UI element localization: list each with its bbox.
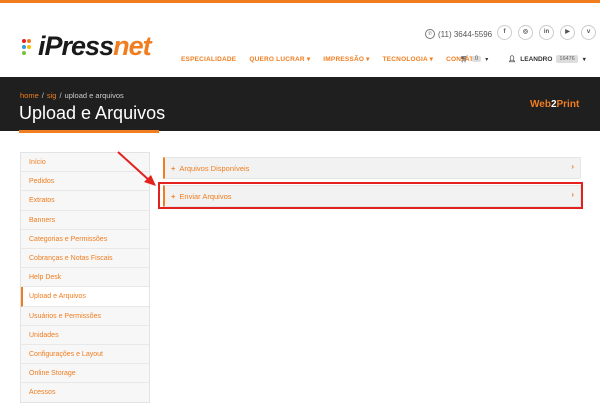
- breadcrumb-current: upload e arquivos: [64, 91, 124, 100]
- panel-label: Arquivos Disponíveis: [179, 163, 250, 173]
- sidebar-item-banners[interactable]: Banners: [21, 211, 149, 230]
- title-underline: [19, 130, 159, 133]
- user-icon: 👤︎: [508, 56, 517, 63]
- sidebar-item-configuracoes[interactable]: Configurações e Layout: [21, 345, 149, 365]
- linkedin-icon[interactable]: in: [539, 25, 554, 40]
- nav-impressao[interactable]: IMPRESSÃO ▾: [323, 55, 369, 63]
- user-menu[interactable]: 👤︎ LEANDRO 16476 ▾: [508, 55, 586, 63]
- vimeo-icon[interactable]: v: [581, 25, 596, 40]
- web2print-brand: Web2Print: [530, 99, 579, 110]
- breadcrumb-separator: /: [41, 91, 44, 100]
- sidebar-item-help-desk[interactable]: Help Desk: [21, 268, 149, 288]
- sidebar-item-extratos[interactable]: Extratos: [21, 191, 149, 211]
- main-nav: ESPECIALIDADE QUERO LUCRAR ▾ IMPRESSÃO ▾…: [181, 55, 492, 64]
- sidebar-item-unidades[interactable]: Unidades: [21, 326, 149, 345]
- chevron-down-icon: ▾: [582, 56, 586, 63]
- nav-tecnologia[interactable]: TECNOLOGIA ▾: [383, 55, 434, 63]
- brand-web: Web: [530, 99, 551, 110]
- breadcrumb-sig[interactable]: sig: [47, 91, 57, 100]
- cart-count-badge: 0: [471, 56, 482, 62]
- instagram-icon[interactable]: ◎: [518, 25, 533, 40]
- ipressnet-logo[interactable]: iPressnet: [22, 31, 152, 61]
- phone-number[interactable]: ✆ (11) 3644-5596: [425, 29, 492, 39]
- phone-text: (11) 3644-5596: [438, 29, 493, 39]
- plus-icon: +: [171, 163, 176, 173]
- panel-arquivos-disponiveis[interactable]: + Arquivos Disponíveis ›: [163, 157, 581, 179]
- sidebar-item-upload[interactable]: Upload e Arquivos: [21, 287, 149, 307]
- sidebar-item-categorias[interactable]: Categorias e Permissões: [21, 230, 149, 249]
- cart-button[interactable]: 🛒︎ 0 ▾: [460, 55, 488, 63]
- youtube-icon[interactable]: ▶: [560, 25, 575, 40]
- sidebar-item-online-storage[interactable]: Online Storage: [21, 364, 149, 384]
- chevron-right-icon: ›: [571, 162, 574, 171]
- annotation-arrow-icon: [117, 151, 156, 186]
- cart-icon: 🛒︎: [460, 56, 469, 63]
- sidebar-item-usuarios[interactable]: Usuários e Permissões: [21, 307, 149, 326]
- whatsapp-icon: ✆: [425, 29, 435, 39]
- breadcrumb-separator: /: [59, 91, 62, 100]
- site-header: iPressnet ✆ (11) 3644-5596 f ◎ in ▶ v ES…: [0, 3, 600, 77]
- social-links: f ◎ in ▶ v: [497, 25, 596, 40]
- sidebar-item-acessos[interactable]: Acessos: [21, 383, 149, 402]
- facebook-icon[interactable]: f: [497, 25, 512, 40]
- breadcrumb-home[interactable]: home: [20, 91, 39, 100]
- annotation-highlight-box: [158, 182, 583, 209]
- logo-text-press: Press: [44, 31, 115, 61]
- page-title: Upload e Arquivos: [19, 103, 166, 123]
- logo-dots-icon: [22, 35, 36, 57]
- user-name: LEANDRO: [520, 55, 553, 63]
- chevron-down-icon: ▾: [485, 56, 489, 63]
- nav-especialidade[interactable]: ESPECIALIDADE: [181, 56, 236, 63]
- nav-quero-lucrar[interactable]: QUERO LUCRAR ▾: [249, 55, 310, 63]
- brand-print: Print: [556, 99, 580, 110]
- logo-text-net: net: [113, 31, 151, 61]
- user-id-badge: 16476: [556, 55, 578, 63]
- breadcrumb: home / sig / upload e arquivos: [20, 91, 124, 100]
- sidebar-item-cobrancas[interactable]: Cobranças e Notas Fiscais: [21, 249, 149, 269]
